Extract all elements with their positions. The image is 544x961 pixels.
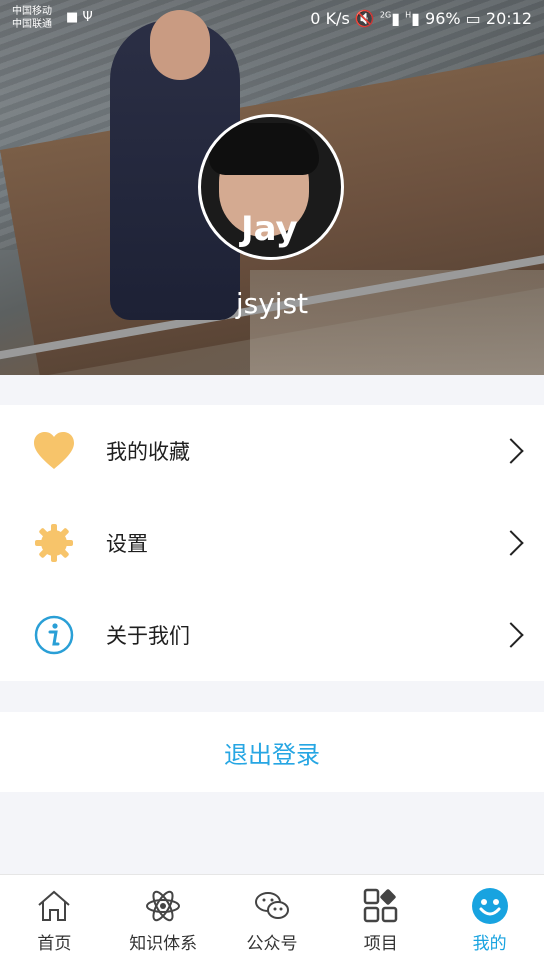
- logout-button[interactable]: 退出登录: [0, 712, 544, 792]
- carrier-1: 中国移动: [12, 6, 52, 17]
- home-icon: [38, 890, 71, 921]
- nav-item-wechat[interactable]: 公众号: [218, 875, 327, 961]
- time: 20:12: [485, 9, 532, 28]
- atom-icon: [146, 890, 181, 922]
- signal-2g-label: 2G: [379, 10, 392, 20]
- menu-item-settings[interactable]: 设置: [0, 497, 544, 589]
- nav-label: 知识体系: [129, 934, 198, 954]
- chevron-right-icon: [498, 438, 524, 464]
- avatar[interactable]: Jay: [198, 114, 344, 260]
- username: jsyjst: [235, 287, 309, 320]
- avatar-hair: [209, 123, 319, 175]
- info-icon: [34, 615, 74, 655]
- battery-icon: ▭: [465, 9, 481, 28]
- wechat-icon: [254, 892, 289, 919]
- nav-label: 公众号: [246, 934, 298, 954]
- battery-percent: 96%: [425, 9, 461, 28]
- bottom-nav: 首页 知识体系 公众号 项目 我的: [0, 874, 544, 961]
- menu-item-favorites[interactable]: 我的收藏: [0, 405, 544, 497]
- menu-item-label: 关于我们: [106, 624, 190, 648]
- nav-item-home[interactable]: 首页: [0, 875, 109, 961]
- chevron-right-icon: [498, 530, 524, 556]
- gear-icon: [35, 524, 73, 562]
- nav-label: 项目: [363, 934, 398, 954]
- status-bar: 中国移动 中国联通 ■ Ψ 0 K/s 🔇 2G▮ H▮ 96% ▭ 20:12: [0, 0, 544, 36]
- nav-item-projects[interactable]: 项目: [326, 875, 435, 961]
- profile-header: 中国移动 中国联通 ■ Ψ 0 K/s 🔇 2G▮ H▮ 96% ▭ 20:12…: [0, 0, 544, 375]
- grid-icon: [363, 888, 398, 923]
- signal-icon-2: ▮: [411, 9, 420, 28]
- carrier-2: 中国联通: [12, 19, 52, 30]
- square-icon: ■: [66, 10, 79, 25]
- menu-item-label: 设置: [106, 532, 148, 556]
- carrier-labels: 中国移动 中国联通: [12, 5, 52, 31]
- status-right: 0 K/s 🔇 2G▮ H▮ 96% ▭ 20:12: [310, 9, 532, 28]
- nav-item-knowledge[interactable]: 知识体系: [109, 875, 218, 961]
- heart-icon: [34, 432, 74, 469]
- chevron-right-icon: [498, 622, 524, 648]
- mute-icon: 🔇: [354, 9, 375, 28]
- usb-icon: Ψ: [82, 10, 93, 25]
- smile-icon: [471, 888, 508, 924]
- nav-item-mine[interactable]: 我的: [435, 875, 544, 961]
- signal-icon: ▮: [391, 9, 400, 28]
- menu-item-label: 我的收藏: [106, 440, 190, 464]
- notification-icons: ■ Ψ: [66, 10, 93, 25]
- menu-item-about[interactable]: 关于我们: [0, 589, 544, 681]
- nav-label: 首页: [37, 934, 72, 954]
- network-speed: 0 K/s: [310, 9, 350, 28]
- nav-label: 我的: [472, 934, 507, 954]
- logout-label: 退出登录: [224, 740, 320, 769]
- menu-list: 我的收藏 设置 关于我们: [0, 405, 544, 681]
- avatar-text: Jay: [241, 209, 298, 249]
